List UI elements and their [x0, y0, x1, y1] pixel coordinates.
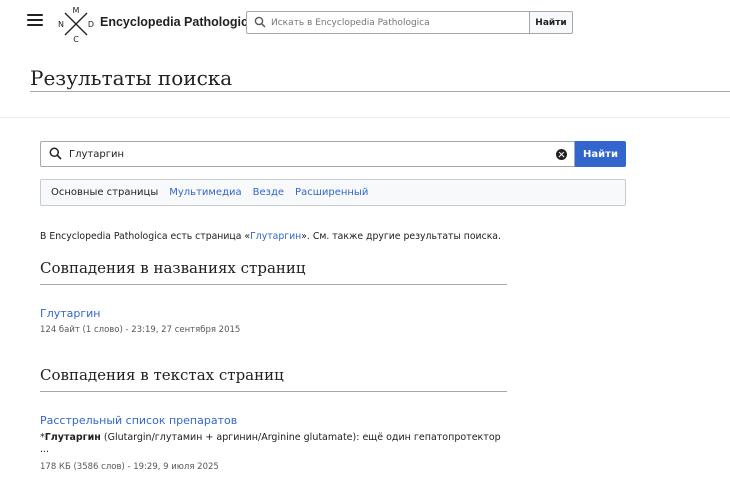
menu-icon-bar — [27, 14, 43, 16]
search-icon — [49, 147, 62, 160]
site-header: M N D C Encyclopedia Pathologica Найти — [0, 0, 730, 48]
result-title-link[interactable]: Расстрельный список препаратов — [40, 414, 237, 427]
result-title-link[interactable]: Глутаргин — [40, 307, 101, 320]
clear-icon[interactable] — [556, 149, 567, 160]
site-logo-icon[interactable]: M N D C — [56, 4, 96, 44]
exact-match-info: В Encyclopedia Pathologica есть страница… — [40, 231, 501, 242]
profile-advanced[interactable]: Расширенный — [295, 187, 368, 198]
section-heading-text-matches: Совпадения в текстах страниц — [40, 366, 284, 384]
site-title[interactable]: Encyclopedia Pathologica — [100, 15, 255, 29]
title-divider — [30, 91, 730, 92]
snippet-rest: (Glutargin/глутамин + аргинин/Arginine g… — [100, 432, 501, 443]
info-suffix: ». См. также другие результаты поиска. — [301, 231, 501, 242]
section-divider — [40, 284, 507, 285]
profile-media[interactable]: Мультимедиа — [169, 187, 241, 198]
search-icon — [254, 16, 266, 28]
main-search-box[interactable] — [40, 141, 575, 167]
result-meta: 124 байт (1 слово) - 23:19, 27 сентября … — [40, 325, 241, 335]
main-menu-button[interactable] — [27, 14, 43, 30]
result-snippet: *Глутаргин (Glutargin/глутамин + аргинин… — [40, 432, 501, 443]
main-search-button[interactable]: Найти — [575, 141, 626, 167]
header-search: Найти — [246, 11, 573, 34]
main-search-input[interactable] — [69, 146, 549, 163]
exact-match-link[interactable]: Глутаргин — [250, 231, 301, 242]
header-search-box[interactable] — [246, 11, 530, 34]
main-search: Найти — [40, 141, 626, 167]
content-divider — [0, 117, 730, 118]
profile-default[interactable]: Основные страницы — [51, 187, 158, 198]
logo-letter-bottom: C — [73, 35, 79, 44]
menu-icon-bar — [27, 24, 43, 26]
snippet-match: Глутаргин — [44, 432, 101, 443]
menu-icon-bar — [27, 19, 43, 21]
info-prefix: В Encyclopedia Pathologica есть страница… — [40, 231, 251, 242]
page-title: Результаты поиска — [30, 66, 233, 90]
result-meta: 178 КБ (3586 слов) - 19:29, 9 июля 2025 — [40, 462, 219, 472]
section-heading-title-matches: Совпадения в названиях страниц — [40, 259, 306, 277]
search-profiles: Основные страницы Мультимедиа Везде Расш… — [40, 179, 626, 206]
logo-letter-left: N — [58, 20, 64, 29]
profile-all[interactable]: Везде — [253, 187, 284, 198]
section-divider — [40, 391, 507, 392]
header-search-input[interactable] — [271, 14, 526, 31]
header-search-button[interactable]: Найти — [530, 11, 573, 34]
logo-letter-right: D — [88, 20, 94, 29]
snippet-ellipsis: ... — [40, 444, 50, 455]
logo-letter-top: M — [73, 6, 80, 15]
